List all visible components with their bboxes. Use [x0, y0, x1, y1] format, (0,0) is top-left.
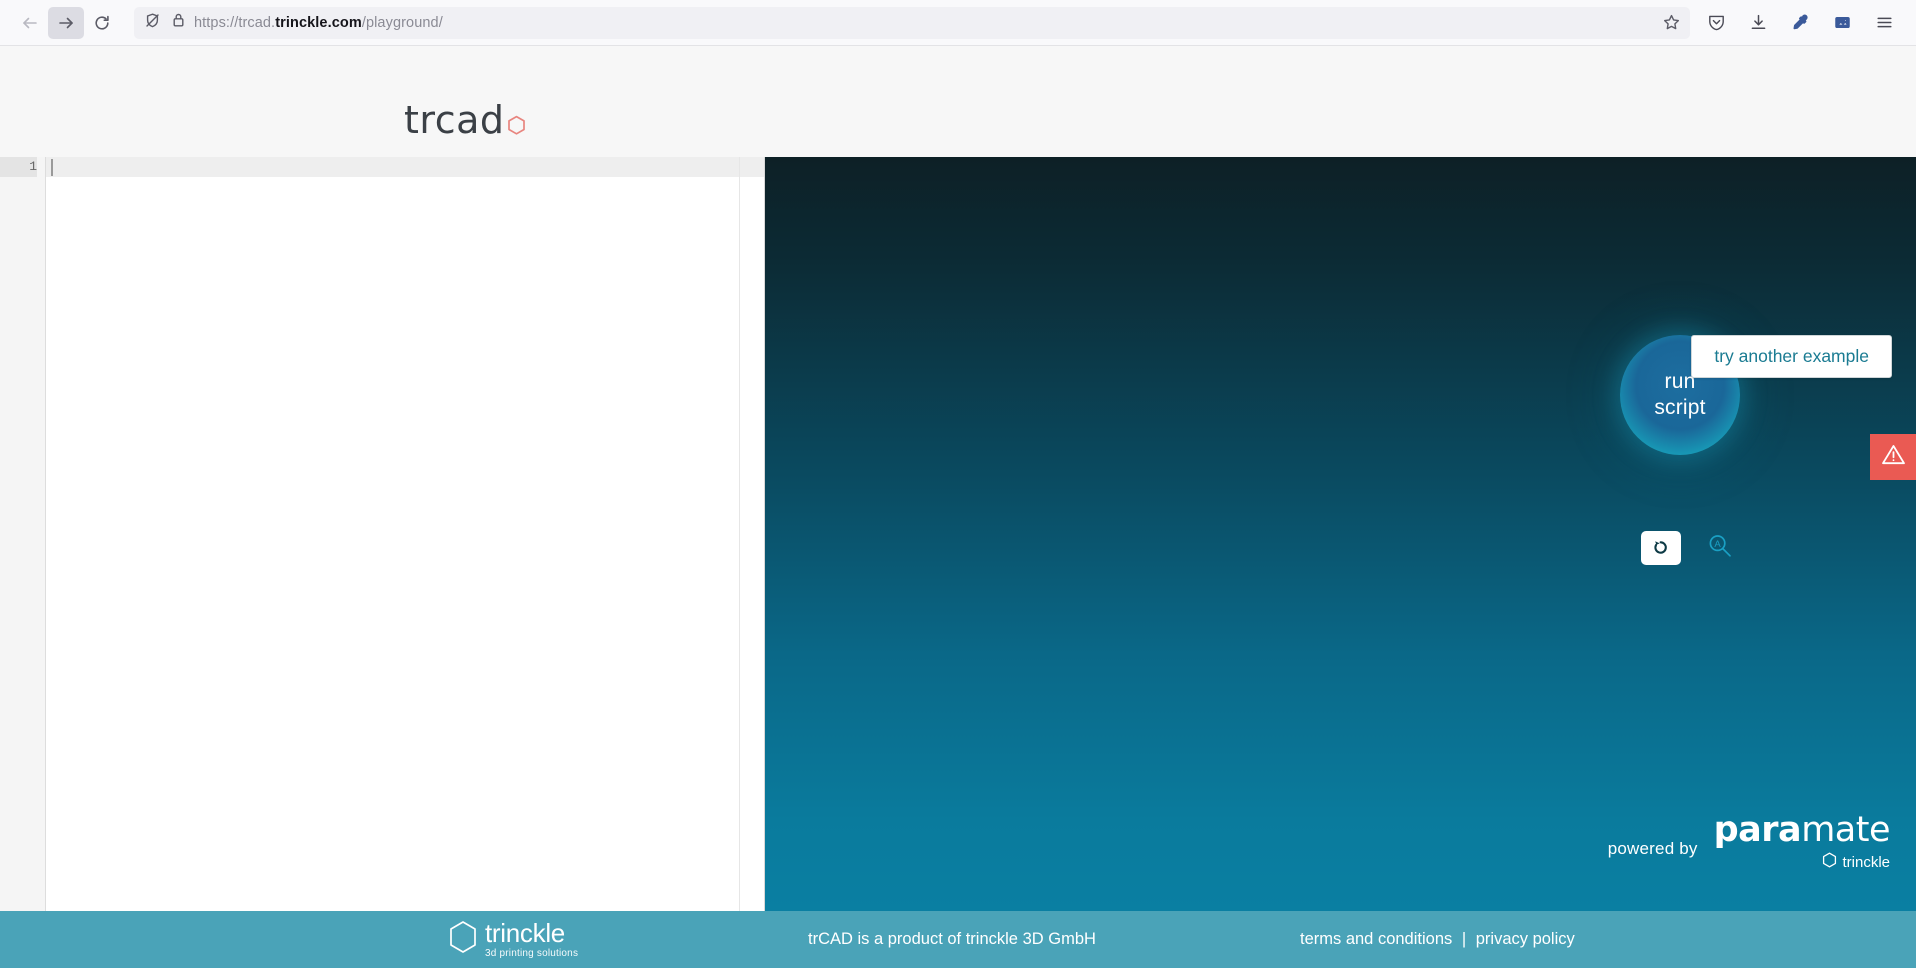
editor-text-area[interactable] — [46, 157, 764, 911]
footer-logo-text: trinckle 3d printing solutions — [485, 920, 578, 959]
camera-reset-icon — [1647, 535, 1675, 562]
text-cursor — [51, 159, 53, 176]
site-logo[interactable]: trcad — [404, 98, 526, 146]
footer-logo-tagline: 3d printing solutions — [485, 948, 579, 959]
browser-toolbar: https://trcad.trinckle.com/playground/ — [0, 0, 1916, 46]
footer-links: terms and conditions | privacy policy — [1300, 930, 1575, 949]
site-footer: trinckle 3d printing solutions trCAD is … — [0, 911, 1916, 968]
download-icon[interactable] — [1748, 13, 1768, 33]
site-logo-text: trcad — [404, 98, 505, 142]
warning-triangle-icon — [1880, 441, 1907, 473]
pocket-icon[interactable] — [1706, 13, 1726, 33]
viewport-tools: A — [1641, 531, 1737, 565]
padlock-icon[interactable] — [171, 12, 186, 33]
arrow-left-icon — [21, 14, 39, 32]
trinckle-label: trinckle — [1842, 854, 1890, 871]
site-header: trcad EDITOR | PLAYGROUND | DOCUMENTATIO… — [0, 46, 1916, 192]
zoom-fit-icon: A — [1705, 531, 1735, 566]
url-text: https://trcad.trinckle.com/playground/ — [194, 14, 443, 31]
svg-text:A: A — [1714, 538, 1721, 549]
reload-icon — [93, 14, 111, 32]
back-button[interactable] — [12, 7, 48, 39]
footer-product-text: trCAD is a product of trinckle 3D GmbH — [808, 930, 1096, 948]
code-editor[interactable]: 1 — [0, 157, 765, 911]
paramate-trinckle-byline: trinckle — [1822, 852, 1890, 873]
browser-tool-icons — [1706, 13, 1904, 33]
address-bar[interactable]: https://trcad.trinckle.com/playground/ — [134, 6, 1690, 39]
hexagon-icon — [448, 920, 478, 959]
footer-logo-name: trinckle — [485, 918, 565, 948]
hexagon-icon — [1822, 852, 1837, 873]
forward-button[interactable] — [48, 6, 84, 39]
footer-link-terms[interactable]: terms and conditions — [1300, 930, 1452, 948]
tracking-protection-icon[interactable] — [144, 12, 161, 34]
try-another-example-button[interactable]: try another example — [1691, 335, 1892, 378]
reload-button[interactable] — [84, 7, 120, 39]
powered-by-label: powered by — [1607, 839, 1698, 858]
eyedropper-icon[interactable] — [1790, 13, 1810, 33]
arrow-right-icon — [57, 14, 75, 32]
camera-reset-button[interactable] — [1641, 531, 1681, 565]
paramate-wordmark: paramate — [1713, 810, 1891, 850]
editor-print-margin — [739, 157, 740, 911]
paramate-wordmark-bold: para — [1713, 810, 1802, 850]
address-bar-icons — [142, 12, 194, 34]
line-number: 1 — [0, 157, 37, 177]
bookmark-star-icon[interactable] — [1658, 11, 1684, 35]
paramate-wordmark-light: mate — [1801, 810, 1890, 850]
paramate-logo[interactable]: paramate trinckle — [1713, 810, 1891, 873]
footer-trinckle-logo[interactable]: trinckle 3d printing solutions — [448, 920, 578, 959]
active-line-highlight — [46, 157, 764, 177]
powered-by-paramate: powered by paramate trinckle — [1607, 810, 1891, 873]
warning-badge[interactable] — [1870, 434, 1916, 480]
footer-link-privacy[interactable]: privacy policy — [1476, 930, 1575, 948]
3d-viewport[interactable]: run script A try another example powered… — [765, 157, 1916, 911]
hexagon-icon — [507, 102, 526, 146]
main-content: 1 run script A try another example power… — [0, 157, 1916, 911]
hamburger-menu-icon[interactable] — [1874, 13, 1894, 33]
editor-gutter: 1 — [0, 157, 46, 911]
screenshot-icon[interactable] — [1832, 13, 1852, 33]
run-script-label-line2: script — [1654, 396, 1706, 419]
footer-link-separator: | — [1461, 930, 1467, 948]
zoom-fit-button[interactable]: A — [1703, 531, 1737, 565]
